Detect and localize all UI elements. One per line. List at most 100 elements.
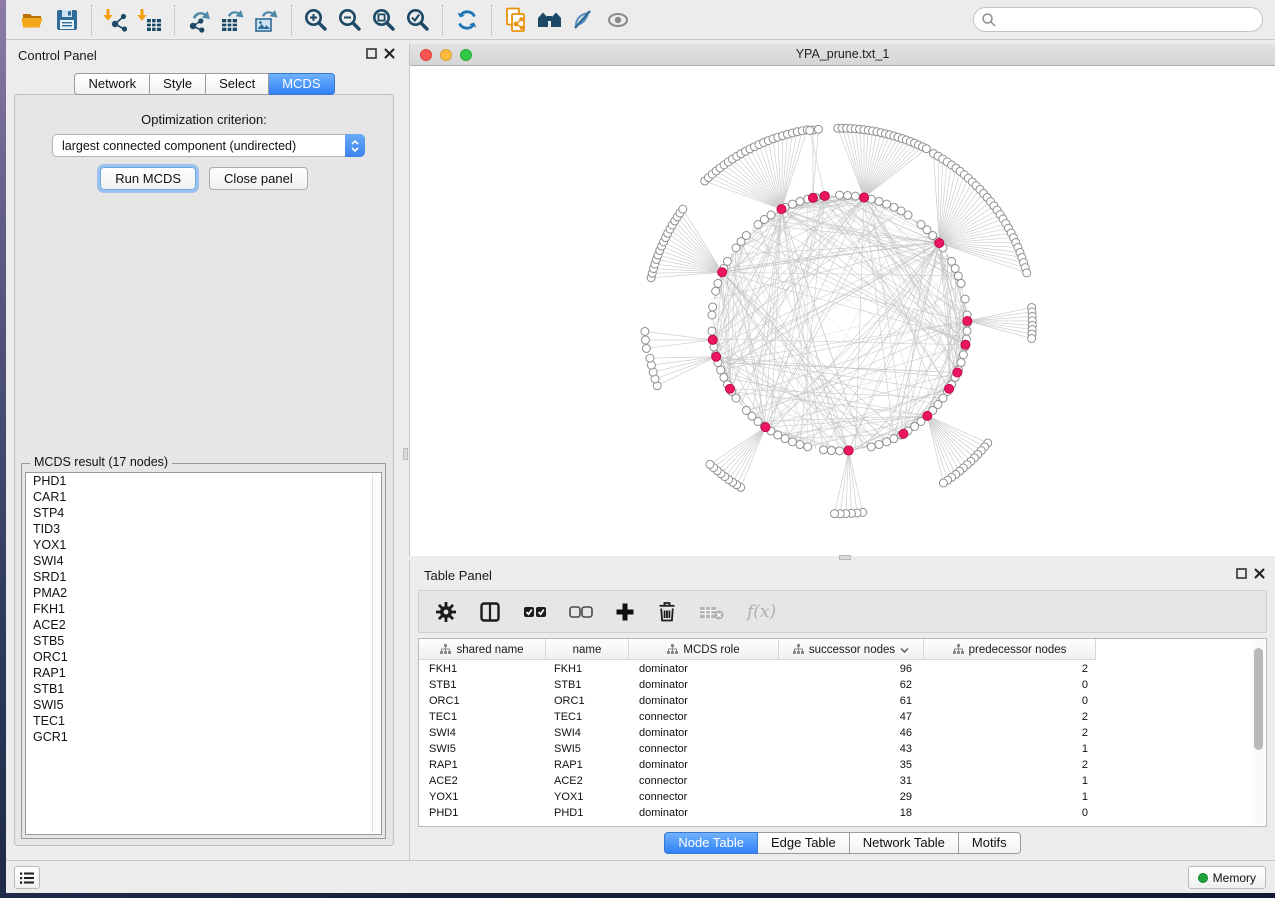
network-view-window: YPA_prune.txt_1 [409, 44, 1275, 556]
table-row[interactable]: SWI5SWI5connector431 [419, 741, 1250, 757]
tab-select[interactable]: Select [206, 73, 269, 95]
export-image-icon[interactable] [250, 4, 284, 36]
settings-gear-icon[interactable] [435, 601, 457, 623]
table-body[interactable]: FKH1FKH1dominator962STB1STB1dominator620… [419, 661, 1250, 826]
tab-edge-table[interactable]: Edge Table [758, 832, 850, 854]
tab-style[interactable]: Style [150, 73, 206, 95]
export-network-icon[interactable] [182, 4, 216, 36]
close-panel-icon[interactable] [1254, 568, 1265, 579]
network-titlebar[interactable]: YPA_prune.txt_1 [410, 44, 1275, 66]
cell-name: ORC1 [546, 693, 629, 709]
zoom-fit-icon[interactable] [367, 4, 401, 36]
deselect-all-rows-icon[interactable] [569, 605, 593, 619]
close-panel-icon[interactable] [384, 48, 395, 59]
tab-network-table[interactable]: Network Table [850, 832, 959, 854]
table-row[interactable]: ORC1ORC1dominator610 [419, 693, 1250, 709]
table-row[interactable]: TEC1TEC1connector472 [419, 709, 1250, 725]
cell-name: YOX1 [546, 789, 629, 805]
table-row[interactable]: YOX1YOX1connector291 [419, 789, 1250, 805]
column-header-name[interactable]: name [546, 639, 629, 660]
mcds-result-item[interactable]: YOX1 [26, 537, 381, 553]
zoom-in-icon[interactable] [299, 4, 333, 36]
show-graphics-details-icon[interactable] [601, 4, 635, 36]
tab-network[interactable]: Network [74, 73, 150, 95]
column-header-successor-nodes[interactable]: successor nodes [779, 639, 924, 660]
cell-mcds-role: dominator [629, 661, 779, 677]
mcds-result-item[interactable]: ACE2 [26, 617, 381, 633]
column-header-mcds-role[interactable]: MCDS role [629, 639, 779, 660]
table-row[interactable]: FKH1FKH1dominator962 [419, 661, 1250, 677]
import-network-icon[interactable] [99, 4, 133, 36]
chevron-up-icon [351, 140, 359, 145]
show-columns-icon[interactable] [479, 601, 501, 623]
mcds-result-item[interactable]: FKH1 [26, 601, 381, 617]
zoom-out-icon[interactable] [333, 4, 367, 36]
delete-table-icon [699, 603, 725, 621]
mcds-result-item[interactable]: PHD1 [26, 473, 381, 489]
network-canvas[interactable] [410, 66, 1275, 556]
dropdown-stepper[interactable] [345, 134, 365, 157]
hide-graphics-details-icon[interactable] [567, 4, 601, 36]
open-session-icon[interactable] [16, 4, 50, 36]
splitter-handle[interactable] [403, 448, 408, 460]
column-header-shared-name[interactable]: shared name [419, 639, 546, 660]
mcds-result-item[interactable]: STP4 [26, 505, 381, 521]
search-input[interactable] [997, 10, 1262, 30]
cell-mcds-role: dominator [629, 757, 779, 773]
column-header-predecessor-nodes[interactable]: predecessor nodes [924, 639, 1096, 660]
refresh-layout-icon[interactable] [450, 4, 484, 36]
clone-network-icon[interactable] [499, 4, 533, 36]
table-row[interactable]: SWI4SWI4dominator462 [419, 725, 1250, 741]
float-panel-icon[interactable] [1236, 568, 1247, 579]
cell-mcds-role: dominator [629, 725, 779, 741]
mcds-result-item[interactable]: CAR1 [26, 489, 381, 505]
table-row[interactable]: RAP1RAP1dominator352 [419, 757, 1250, 773]
table-scrollbar[interactable] [1252, 640, 1265, 825]
delete-rows-icon[interactable] [657, 601, 677, 623]
tab-motifs[interactable]: Motifs [959, 832, 1021, 854]
mcds-result-item[interactable]: ORC1 [26, 649, 381, 665]
table-row[interactable]: PHD1PHD1dominator180 [419, 805, 1250, 821]
show-panels-button[interactable] [14, 866, 40, 889]
mcds-result-item[interactable]: TEC1 [26, 713, 381, 729]
run-mcds-button[interactable]: Run MCDS [100, 167, 196, 190]
mcds-result-item[interactable]: TID3 [26, 521, 381, 537]
table-row[interactable]: STB1STB1dominator620 [419, 677, 1250, 693]
network-search-box[interactable] [973, 7, 1263, 32]
mcds-result-item[interactable]: STB1 [26, 681, 381, 697]
search-network-icon[interactable] [533, 4, 567, 36]
tab-mcds[interactable]: MCDS [269, 73, 334, 95]
cell-name: TEC1 [546, 709, 629, 725]
select-all-rows-icon[interactable] [523, 605, 547, 619]
cell-shared-name: SWI4 [419, 725, 546, 741]
control-panel-header: Control Panel [6, 41, 403, 69]
mcds-result-item[interactable]: SRD1 [26, 569, 381, 585]
cell-shared-name: FKH1 [419, 661, 546, 677]
mcds-result-item[interactable]: RAP1 [26, 665, 381, 681]
close-panel-button[interactable]: Close panel [209, 167, 308, 190]
mcds-result-item[interactable]: STB5 [26, 633, 381, 649]
optimization-criterion-dropdown[interactable]: largest connected component (undirected) [52, 134, 365, 157]
tab-node-table[interactable]: Node Table [664, 832, 758, 854]
chevron-down-icon [351, 147, 359, 152]
memory-button[interactable]: Memory [1188, 866, 1266, 889]
float-panel-icon[interactable] [366, 48, 377, 59]
add-row-icon[interactable] [615, 602, 635, 622]
cell-predecessor-nodes: 2 [924, 725, 1096, 741]
mcds-result-item[interactable]: SWI5 [26, 697, 381, 713]
network-graph[interactable] [410, 66, 1275, 556]
mcds-result-group: MCDS result (17 nodes) PHD1CAR1STP4TID3Y… [21, 463, 386, 839]
zoom-selected-icon[interactable] [401, 4, 435, 36]
mcds-result-list[interactable]: PHD1CAR1STP4TID3YOX1SWI4SRD1PMA2FKH1ACE2… [25, 472, 382, 835]
export-table-icon[interactable] [216, 4, 250, 36]
control-panel: Control Panel NetworkStyleSelectMCDS Opt… [6, 41, 403, 860]
import-table-icon[interactable] [133, 4, 167, 36]
save-session-icon[interactable] [50, 4, 84, 36]
mcds-result-item[interactable]: SWI4 [26, 553, 381, 569]
table-row[interactable]: ACE2ACE2connector311 [419, 773, 1250, 789]
toolbar-separator [442, 5, 443, 35]
mcds-result-item[interactable]: PMA2 [26, 585, 381, 601]
scrollbar-thumb[interactable] [1254, 648, 1263, 750]
mcds-result-item[interactable]: GCR1 [26, 729, 381, 745]
list-scrollbar[interactable] [372, 474, 380, 833]
